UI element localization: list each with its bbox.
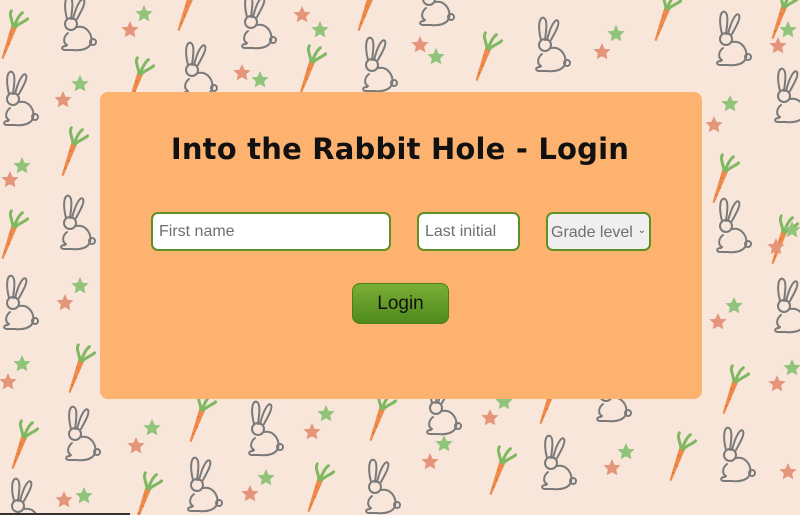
chevron-down-icon: ⌄ [637,225,646,236]
grade-level-select[interactable]: Grade level ⌄ [546,212,651,251]
first-name-input[interactable] [151,212,391,251]
last-initial-input[interactable] [417,212,520,251]
page-title: Into the Rabbit Hole - Login [170,132,630,166]
grade-level-selected-value: Grade level [551,224,633,241]
login-button[interactable]: Login [352,283,449,324]
